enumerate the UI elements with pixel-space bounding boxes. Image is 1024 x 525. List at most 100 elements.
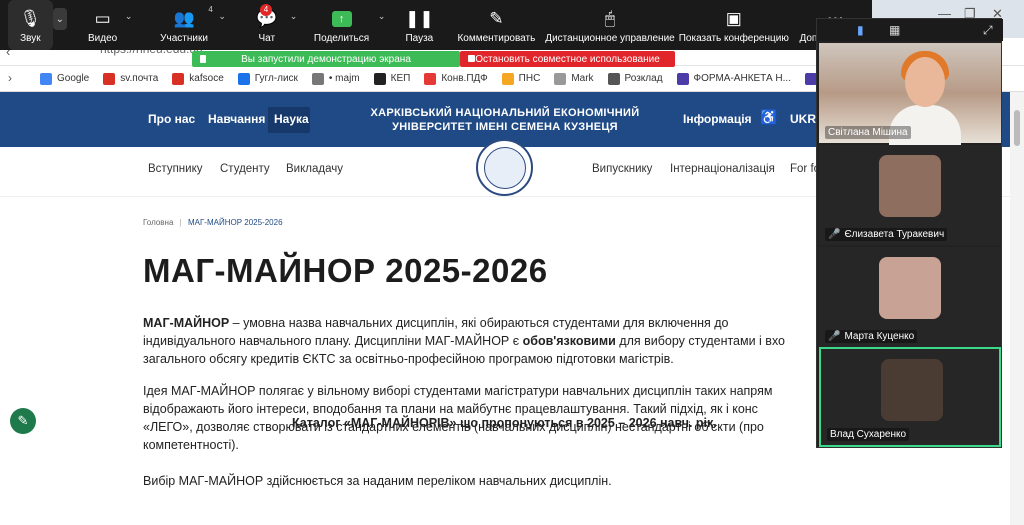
speaker-view-icon[interactable]: ▮ [857,23,864,37]
participant-name: Світлана Мішина [828,127,908,138]
shield-icon [200,55,206,63]
subnav-student[interactable]: Студенту [220,163,270,175]
remote-control-label: Дистанционное управление [545,33,675,44]
participants-options-chevron-icon[interactable]: ⌄ [218,11,226,22]
participant-tile[interactable]: 🎤 Єлизавета Туракевич [819,145,1001,245]
video-button[interactable]: ▭ Видео ⌄ [67,0,138,50]
audio-options-chevron-icon[interactable]: ⌄ [52,8,67,30]
bookmark-favicon-icon [373,72,386,85]
accessibility-icon[interactable]: ♿ [760,109,777,126]
sharing-status-text: Вы запустили демонстрацию экрана [241,53,411,65]
paragraph-1-text-1: – умовна назва навчальних дисциплін, які… [229,316,729,330]
gallery-header: ▮ ▦ ⤢ [817,19,1003,41]
chat-button[interactable]: 💬 Чат 4 ⌄ [234,0,300,50]
bookmark-item[interactable]: kafsoce [172,72,224,85]
bookmark-item[interactable]: Гугл-лиск [237,72,298,85]
chat-label: Чат [258,33,276,44]
bookmark-label: kafsoce [189,73,224,84]
term-mandatory: обов'язковими [522,334,616,348]
university-logo[interactable] [476,139,533,196]
bookmark-item[interactable]: Конв.ПДФ [424,72,488,85]
bookmark-item[interactable]: ФОРМА-АНКЕТА Н... [676,72,791,85]
paragraph-2-line-4: компетентності). [143,438,239,452]
bookmark-favicon-icon [554,72,567,85]
bookmark-item[interactable]: sv.почта [103,72,159,85]
show-meeting-icon: ▣ [725,9,742,28]
bookmark-label: ФОРМА-АНКЕТА Н... [693,73,791,84]
bookmark-label: Конв.ПДФ [441,73,488,84]
video-options-chevron-icon[interactable]: ⌄ [125,11,133,22]
university-name[interactable]: ХАРКІВСЬКИЙ НАЦІОНАЛЬНИЙ ЕКОНОМІЧНИЙ УНІ… [360,106,650,134]
share-screen-button[interactable]: ↑ Поделиться ⌄ [306,0,385,50]
participant-tile[interactable]: Влад Сухаренко [819,347,1001,447]
breadcrumb-current: МАГ-МАЙНОР 2025-2026 [187,218,283,227]
bookmark-label: Mark [571,73,594,84]
remote-control-button[interactable]: 🖱 Дистанционное управление [545,0,674,50]
bookmark-favicon-icon [501,72,514,85]
audio-label: Звук [20,33,41,44]
bookmark-item[interactable]: • majm [311,72,360,85]
pause-share-button[interactable]: ❚❚ Пауза [395,0,443,50]
participant-avatar [879,155,941,217]
video-label: Видео [88,33,118,44]
expand-icon[interactable]: ⤢ [983,23,993,38]
bookmark-label: Розклад [624,73,663,84]
microphone-icon: 🎙 [19,9,42,28]
bookmark-item[interactable]: Mark [554,72,594,85]
participant-name: Влад Сухаренко [830,429,907,440]
bookmark-item[interactable]: Google [40,72,89,85]
chat-options-chevron-icon[interactable]: ⌄ [290,11,298,22]
page-scrollbar[interactable] [1010,92,1024,525]
logo-emblem [483,146,526,189]
participant-name: Єлизавета Туракевич [844,229,945,240]
subnav-graduate[interactable]: Випускнику [592,163,652,175]
annotate-label: Комментировать [457,33,536,44]
participant-avatar [879,257,941,319]
paragraph-1-text-2a: індивідуального навчального плану. Дисци… [143,334,523,348]
subnav-internationalization[interactable]: Інтернаціоналізація [670,163,775,175]
subnav-enter[interactable]: Вступнику [148,163,202,175]
share-options-chevron-icon[interactable]: ⌄ [378,11,386,22]
participant-tile[interactable]: 🎤 Марта Куценко [819,247,1001,347]
page-title: МАГ-МАЙНОР 2025-2026 [143,252,548,289]
paragraph-1-line-1: МАГ-МАЙНОР – умовна назва навчальних дис… [143,314,833,332]
nav-about[interactable]: Про нас [148,112,195,126]
audio-button[interactable]: 🎙 Звук [8,0,53,50]
bookmark-label: ПНС [518,73,541,84]
bookmark-label: Гугл-лиск [254,73,298,84]
participants-button[interactable]: 👥 Участники 4 ⌄ [148,0,226,50]
stop-share-label: Остановить совместное использование [475,53,660,65]
bookmark-item[interactable]: ПНС [501,72,541,85]
edit-pencil-icon[interactable]: ✎ [10,408,36,434]
nav-science[interactable]: Наука [274,112,309,126]
gallery-grid-icon[interactable]: ▦ [889,23,900,37]
nav-info[interactable]: Інформація [683,112,752,126]
participant-name-tag: 🎤 Марта Куценко [825,330,918,343]
participant-tile[interactable]: Світлана Мішина [819,43,1001,145]
language-switch[interactable]: UKR [790,112,816,126]
paragraph-1-line-2: індивідуального навчального плану. Дисци… [143,332,833,350]
bookmark-item[interactable]: Розклад [607,72,663,85]
university-name-line2: УНІВЕРСИТЕТ ІМЕНІ СЕМЕНА КУЗНЕЦЯ [392,121,618,133]
breadcrumb-home[interactable]: Головна [143,218,173,227]
mouse-icon: 🖱 [604,9,616,28]
subnav-teacher[interactable]: Викладачу [286,163,343,175]
nav-study[interactable]: Навчання [208,112,265,126]
show-meeting-button[interactable]: ▣ Показать конференцию [679,0,789,50]
video-body [889,105,961,145]
paragraph-3: Вибір МАГ-МАЙНОР здійснюється за наданим… [143,474,612,488]
bookmark-favicon-icon [40,72,52,85]
participants-icon: 👥 [173,9,195,28]
bookmark-label: sv.почта [120,73,159,84]
bookmarks-chevron-icon[interactable]: › [8,71,12,85]
bookmark-label: КЕП [390,73,411,84]
university-name-line1: ХАРКІВСЬКИЙ НАЦІОНАЛЬНИЙ ЕКОНОМІЧНИЙ [370,107,640,119]
video-face [905,57,945,107]
stop-share-button[interactable]: Остановить совместное использование [460,51,675,67]
catalog-heading: Каталог «МАГ-МАЙНОРІВ» що пропонуються в… [292,416,717,430]
bookmark-item[interactable]: КЕП [373,72,411,85]
participant-name: Марта Куценко [844,331,915,342]
annotate-button[interactable]: ✎ Комментировать [457,0,535,50]
participants-label: Участники [160,33,208,44]
scrollbar-thumb[interactable] [1014,110,1020,146]
